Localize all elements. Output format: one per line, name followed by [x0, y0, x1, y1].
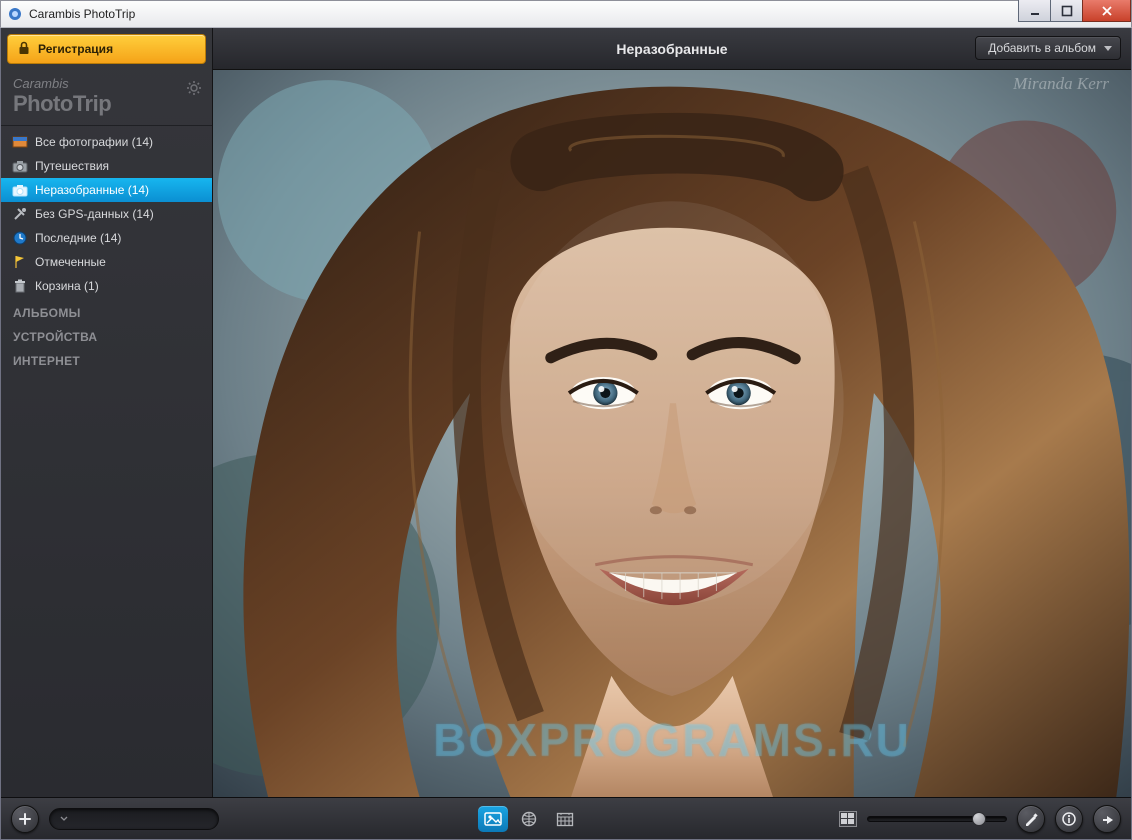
window-controls	[1019, 0, 1131, 22]
main-area: Неразобранные Добавить в альбом	[213, 28, 1131, 797]
flag-icon	[11, 254, 29, 270]
photo-viewer[interactable]: Miranda Kerr BOXPROGRAMS.RU	[213, 70, 1131, 797]
window-titlebar: Carambis PhotoTrip	[0, 0, 1132, 28]
lock-icon	[18, 41, 30, 58]
clock-icon	[11, 230, 29, 246]
image-icon	[484, 811, 502, 827]
plus-icon	[18, 812, 32, 826]
registration-label: Регистрация	[38, 42, 113, 56]
add-to-album-label: Добавить в альбом	[988, 41, 1096, 55]
nav-label: Без GPS-данных (14)	[35, 207, 154, 221]
info-icon	[1062, 812, 1076, 826]
view-mode-calendar[interactable]	[550, 806, 580, 832]
zoom-slider-knob[interactable]	[972, 812, 986, 826]
view-mode-globe[interactable]	[514, 806, 544, 832]
share-icon	[1100, 812, 1115, 826]
nav-label: Последние (14)	[35, 231, 121, 245]
search-input[interactable]	[68, 812, 214, 826]
brand-line1: Carambis	[13, 76, 200, 91]
tools-icon	[11, 206, 29, 222]
camera-icon	[11, 159, 29, 173]
sidebar-item-no-gps[interactable]: Без GPS-данных (14)	[1, 202, 212, 226]
nav-label: Корзина (1)	[35, 279, 99, 293]
brand-block: Carambis PhotoTrip	[1, 70, 212, 126]
view-mode-photo[interactable]	[478, 806, 508, 832]
sidebar-item-all-photos[interactable]: Все фотографии (14)	[1, 130, 212, 154]
nav-label: Отмеченные	[35, 255, 106, 269]
edit-button[interactable]	[1017, 805, 1045, 833]
chevron-down-icon	[1104, 46, 1112, 51]
calendar-icon	[556, 811, 574, 827]
pencil-icon	[1024, 812, 1038, 826]
sidebar-item-unsorted[interactable]: Неразобранные (14)	[1, 178, 212, 202]
brand-line2: PhotoTrip	[13, 91, 200, 117]
sidebar-item-travel[interactable]: Путешествия	[1, 154, 212, 178]
trash-icon	[11, 278, 29, 294]
app-icon	[7, 6, 23, 22]
camera-icon	[11, 183, 29, 197]
registration-button[interactable]: Регистрация	[7, 34, 206, 64]
photos-icon	[11, 135, 29, 149]
add-button[interactable]	[11, 805, 39, 833]
nav-label: Все фотографии (14)	[35, 135, 153, 149]
minimize-button[interactable]	[1018, 0, 1051, 22]
search-field[interactable]	[49, 808, 219, 830]
view-mode-group	[229, 806, 829, 832]
info-button[interactable]	[1055, 805, 1083, 833]
globe-icon	[520, 810, 538, 828]
gear-icon[interactable]	[186, 80, 202, 99]
zoom-slider[interactable]	[867, 816, 1007, 822]
section-devices[interactable]: УСТРОЙСТВА	[1, 322, 212, 346]
add-to-album-button[interactable]: Добавить в альбом	[975, 36, 1121, 60]
close-button[interactable]	[1082, 0, 1131, 22]
sidebar: Регистрация Carambis PhotoTrip Все фотог…	[1, 28, 213, 797]
photo-image	[213, 70, 1131, 797]
window-title: Carambis PhotoTrip	[29, 7, 135, 21]
sidebar-item-trash[interactable]: Корзина (1)	[1, 274, 212, 298]
chevron-down-icon	[60, 812, 68, 826]
maximize-button[interactable]	[1050, 0, 1083, 22]
app-frame: Регистрация Carambis PhotoTrip Все фотог…	[0, 28, 1132, 840]
footer-toolbar	[1, 797, 1131, 839]
section-internet[interactable]: ИНТЕРНЕТ	[1, 346, 212, 370]
main-header: Неразобранные Добавить в альбом	[213, 28, 1131, 70]
nav-label: Неразобранные (14)	[35, 183, 149, 197]
sidebar-item-recent[interactable]: Последние (14)	[1, 226, 212, 250]
sidebar-item-marked[interactable]: Отмеченные	[1, 250, 212, 274]
thumbnail-toggle[interactable]	[839, 811, 857, 827]
nav-list: Все фотографии (14) Путешествия Неразобр…	[1, 126, 212, 298]
nav-label: Путешествия	[35, 159, 109, 173]
share-button[interactable]	[1093, 805, 1121, 833]
section-albums[interactable]: АЛЬБОМЫ	[1, 298, 212, 322]
